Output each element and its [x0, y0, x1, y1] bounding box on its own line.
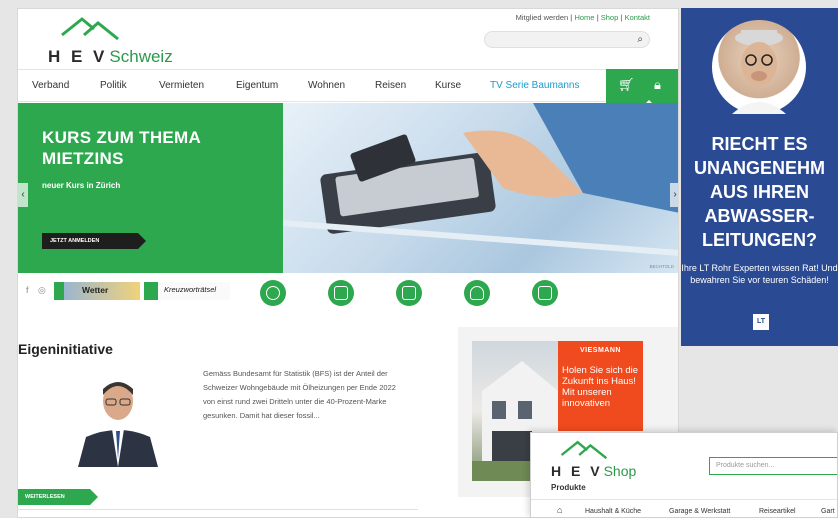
shop-logo-text: H E VShop [551, 463, 637, 479]
hero-image: BECHTOLD [283, 103, 678, 273]
hero-slider[interactable]: KURS ZUM THEMA MIETZINS neuer Kurs in Zü… [18, 103, 678, 273]
ad-headline: RIECHT ES UNANGENEHM AUS IHREN ABWASSER-… [693, 134, 825, 250]
shop-nav-garten[interactable]: Gart [821, 508, 835, 515]
shop-logo-sub: Produkte [551, 483, 586, 492]
hero-title: KURS ZUM THEMA MIETZINS [42, 127, 201, 169]
viessmann-logo: VIESMANN [580, 347, 621, 354]
nav-action-bar: 🛒︎ 🔒︎ [606, 69, 678, 105]
read-more-button[interactable]: WEITERLESEN [18, 489, 98, 505]
nav-item-reisen[interactable]: Reisen [375, 80, 406, 91]
shop-nav-reise[interactable]: Reiseartikel [759, 508, 796, 515]
register-button[interactable]: JETZT ANMELDEN [42, 233, 146, 249]
author-photo [78, 367, 158, 467]
lt-rohr-ad[interactable]: RIECHT ES UNANGENEHM AUS IHREN ABWASSER-… [681, 8, 838, 346]
next-arrow-icon[interactable]: › [670, 183, 678, 207]
link-kontakt[interactable]: Kontakt [625, 13, 650, 22]
man-photo [712, 20, 806, 114]
nav-item-kurse[interactable]: Kurse [435, 80, 461, 91]
search-icon[interactable]: ⌕ [637, 34, 643, 45]
quick-links: f ◎ Wetter Kreuzworträtsel [18, 275, 678, 309]
person-icon[interactable] [464, 280, 490, 306]
community-icon[interactable] [260, 280, 286, 306]
ad-body: Ihre LT Rohr Experten wissen Rat! Und be… [681, 263, 838, 285]
lt-logo: LT [753, 314, 769, 330]
crossword-widget[interactable]: Kreuzworträtsel [144, 282, 230, 300]
document-icon[interactable] [532, 280, 558, 306]
main-nav: Verband Politik Vermieten Eigentum Wohne… [18, 69, 678, 105]
calculator-icon[interactable] [396, 280, 422, 306]
house-roof-icon [61, 17, 119, 41]
cart-icon[interactable]: 🛒︎ [618, 77, 635, 93]
house-roof-icon [560, 440, 608, 460]
link-shop[interactable]: Shop [601, 13, 619, 22]
facebook-icon[interactable]: f [26, 285, 29, 295]
nav-item-verband[interactable]: Verband [32, 80, 69, 91]
logo-text: H E V Schweiz [48, 47, 173, 66]
home-icon[interactable]: ⌂ [557, 505, 562, 515]
hero-title-line1: KURS ZUM THEMA [42, 128, 202, 147]
lock-icon[interactable]: 🔒︎ [654, 77, 661, 93]
hero-subtitle: neuer Kurs in Zürich [42, 181, 121, 190]
prev-arrow-icon[interactable]: ‹ [18, 183, 28, 207]
nav-item-politik[interactable]: Politik [100, 80, 127, 91]
calculator-hand-illustration [283, 103, 678, 256]
shop-search-input[interactable]: Produkte suchen... [709, 457, 837, 475]
logo-word: Schweiz [109, 47, 173, 66]
viessmann-panel: VIESMANN Holen Sie sich die Zukunft ins … [558, 341, 643, 431]
link-mitglied-werden[interactable]: Mitglied werden [516, 13, 569, 22]
chart-icon[interactable] [328, 280, 354, 306]
hero-panel: KURS ZUM THEMA MIETZINS neuer Kurs in Zü… [18, 103, 283, 273]
divider [18, 509, 418, 510]
image-credit: BECHTOLD [649, 264, 674, 269]
shop-logo-word: Shop [603, 463, 637, 479]
share-icon[interactable]: ◎ [38, 285, 46, 296]
shop-nav-haushalt[interactable]: Haushalt & Küche [585, 508, 641, 515]
hev-shop-window: H E VShop Produkte Produkte suchen... ⌂ … [530, 432, 838, 518]
top-links: Mitglied werden | Home | Shop | Kontakt [515, 13, 650, 22]
nav-item-wohnen[interactable]: Wohnen [308, 80, 345, 91]
shop-nav: ⌂ Haushalt & Küche Garage & Werkstatt Re… [531, 499, 837, 517]
hev-logo[interactable]: H E V Schweiz [48, 15, 188, 69]
weather-widget[interactable]: Wetter [54, 282, 140, 300]
shop-logo[interactable]: H E VShop Produkte [551, 439, 651, 492]
weather-label: Wetter [82, 285, 109, 295]
search-input[interactable]: ⌕ [484, 31, 650, 48]
shop-nav-garage[interactable]: Garage & Werkstatt [669, 508, 730, 515]
viessmann-text: Holen Sie sich die Zukunft ins Haus! Mit… [562, 365, 639, 409]
nav-item-tv-serie[interactable]: TV Serie Baumanns [490, 80, 580, 91]
section-title: Eigeninitiative [18, 341, 113, 357]
crossword-label: Kreuzworträtsel [164, 285, 217, 294]
hero-title-line2: MIETZINS [42, 149, 124, 168]
nav-item-eigentum[interactable]: Eigentum [236, 80, 278, 91]
article-teaser: Gemäss Bundesamt für Statistik (BFS) ist… [203, 369, 396, 420]
nav-item-vermieten[interactable]: Vermieten [159, 80, 204, 91]
link-home[interactable]: Home [574, 13, 594, 22]
